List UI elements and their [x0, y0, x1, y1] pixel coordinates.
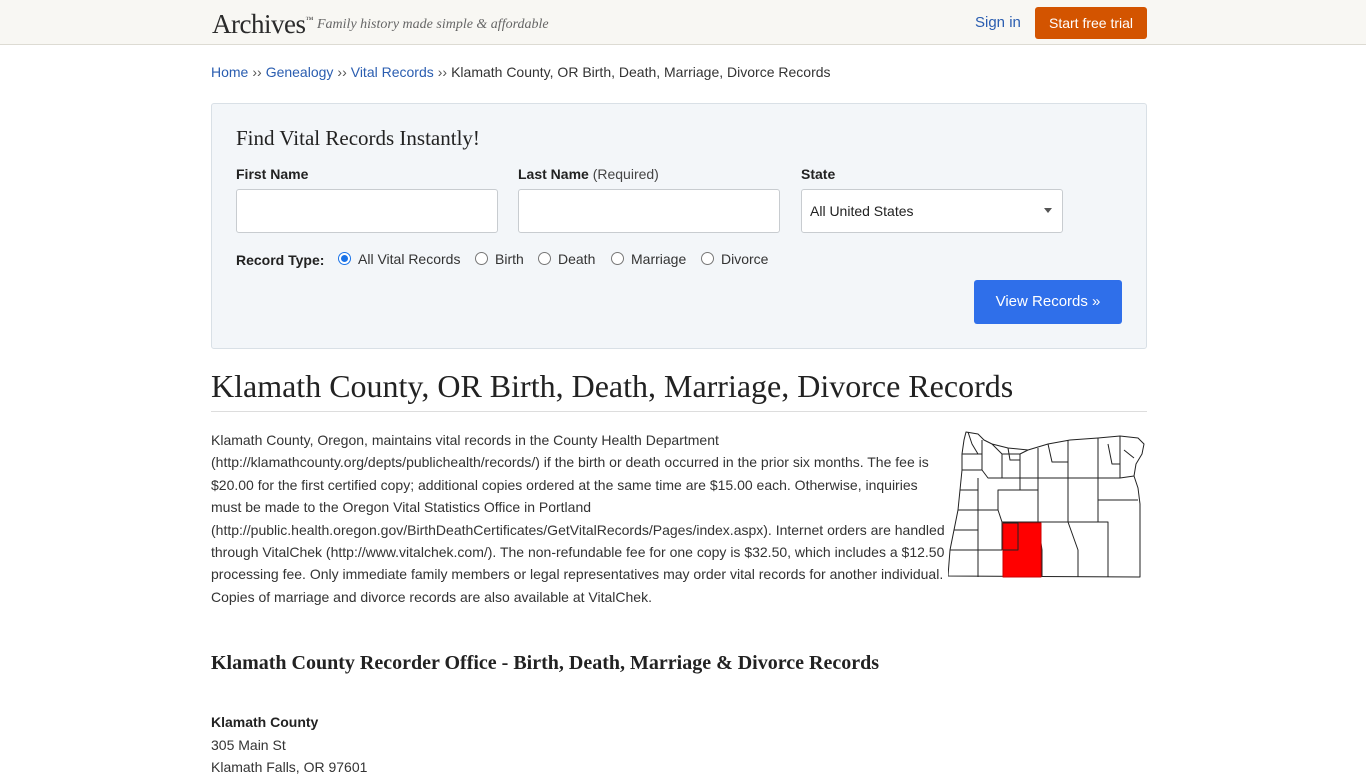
- state-select[interactable]: All United States: [801, 189, 1063, 233]
- office-name: Klamath County: [211, 714, 319, 730]
- breadcrumb-current: Klamath County, OR Birth, Death, Marriag…: [451, 64, 831, 80]
- logo-text: Archives: [212, 9, 306, 39]
- last-name-label-text: Last Name: [518, 166, 589, 182]
- breadcrumb: Home ›› Genealogy ›› Vital Records ›› Klamath …: [211, 64, 831, 80]
- top-bar: Archives™ Family history made simple & a…: [0, 0, 1366, 45]
- breadcrumb-home[interactable]: Home: [211, 64, 248, 80]
- radio-label: All Vital Records: [358, 251, 461, 267]
- sign-in-link[interactable]: Sign in: [975, 14, 1021, 31]
- tagline: Family history made simple & affordable: [317, 17, 549, 32]
- logo-trademark: ™: [305, 15, 313, 24]
- archives-logo[interactable]: Archives™: [212, 9, 313, 40]
- view-records-button[interactable]: View Records »: [974, 280, 1122, 324]
- first-name-label: First Name: [236, 166, 309, 182]
- office-address-line-1: 305 Main St: [211, 737, 286, 753]
- search-form: Find Vital Records Instantly! First Name…: [211, 103, 1147, 349]
- caret-down-icon: [1044, 208, 1052, 213]
- last-name-required-hint: (Required): [592, 166, 659, 182]
- radio-unchecked-icon[interactable]: [475, 252, 488, 265]
- state-select-value: All United States: [810, 203, 914, 219]
- record-type-label: Record Type:: [236, 252, 325, 268]
- breadcrumb-genealogy[interactable]: Genealogy: [266, 64, 334, 80]
- radio-label: Death: [558, 251, 596, 267]
- last-name-input[interactable]: [518, 189, 780, 233]
- title-divider: [211, 411, 1147, 412]
- radio-all-vital-records[interactable]: All Vital Records: [338, 251, 460, 267]
- recorder-office-heading: Klamath County Recorder Office - Birth, …: [211, 652, 879, 674]
- radio-label: Birth: [495, 251, 524, 267]
- state-label: State: [801, 166, 836, 182]
- start-free-trial-button[interactable]: Start free trial: [1035, 7, 1147, 39]
- oregon-county-map-icon: [948, 431, 1145, 578]
- radio-checked-icon[interactable]: [338, 252, 351, 265]
- radio-birth[interactable]: Birth: [475, 251, 524, 267]
- vital-records-description: Klamath County, Oregon, maintains vital …: [211, 432, 945, 605]
- page-title: Klamath County, OR Birth, Death, Marriag…: [211, 368, 1014, 404]
- radio-unchecked-icon[interactable]: [701, 252, 714, 265]
- search-title: Find Vital Records Instantly!: [236, 126, 480, 150]
- breadcrumb-separator: ››: [437, 64, 448, 80]
- radio-divorce[interactable]: Divorce: [701, 251, 768, 267]
- breadcrumb-vital-records[interactable]: Vital Records: [351, 64, 434, 80]
- radio-unchecked-icon[interactable]: [611, 252, 624, 265]
- radio-unchecked-icon[interactable]: [538, 252, 551, 265]
- radio-marriage[interactable]: Marriage: [611, 251, 686, 267]
- breadcrumb-separator: ››: [252, 64, 262, 80]
- radio-death[interactable]: Death: [538, 251, 595, 267]
- office-address-line-2: Klamath Falls, OR 97601: [211, 759, 368, 775]
- last-name-label: Last Name (Required): [518, 166, 659, 182]
- radio-label: Marriage: [631, 251, 687, 267]
- radio-label: Divorce: [721, 251, 769, 267]
- first-name-input[interactable]: [236, 189, 498, 233]
- breadcrumb-separator: ››: [337, 64, 347, 80]
